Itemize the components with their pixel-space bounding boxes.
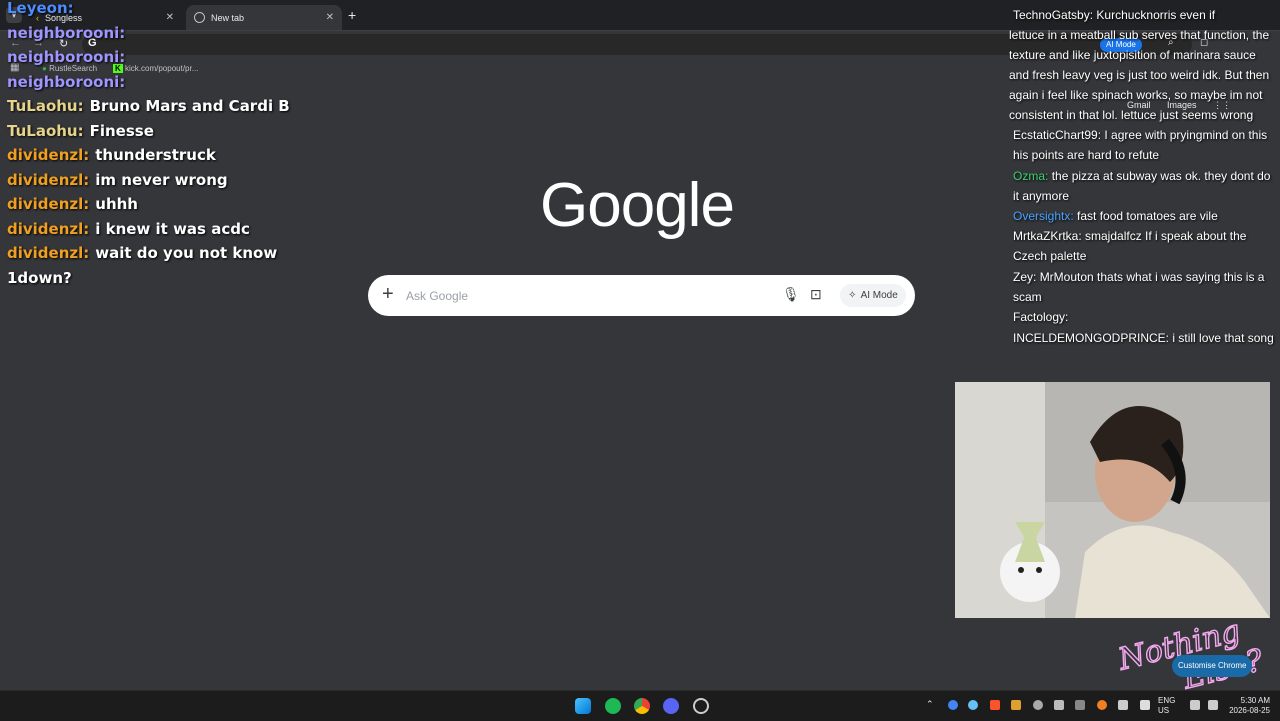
chat-line: dividenzl: wait do you not know: [7, 241, 290, 266]
chat-username: MrtkaZKrtka:: [1013, 229, 1082, 244]
chat-message: Bruno Mars and Cardi B: [89, 97, 290, 115]
taskbar: ⌃ ENG US 5:30 AM 2026-08-25: [0, 690, 1280, 721]
chat-entry: Factology:: [1009, 308, 1277, 328]
chat-message: MrMouton thats what i was saying this is…: [1013, 269, 1265, 304]
chrome-tray-icon[interactable]: [948, 700, 958, 710]
chat-username: Zey:: [1013, 269, 1037, 284]
sparkle-search-icon: ✧: [848, 290, 857, 301]
chat-username: dividenzl:: [7, 244, 90, 262]
chat-username: Leyeon:: [7, 0, 74, 17]
obs-icon[interactable]: [693, 698, 709, 714]
chat-line: neighborooni:: [7, 70, 290, 95]
search-box[interactable]: + Ask Google 🎙︎ ⊡ ✧ AI Mode: [368, 275, 915, 316]
chat-line: dividenzl: thunderstruck: [7, 143, 290, 168]
search-tray-icon[interactable]: [1097, 700, 1107, 710]
language-indicator[interactable]: ENG US: [1158, 696, 1175, 716]
chat-message: lettuce in a meatball sub serves that fu…: [1009, 28, 1270, 123]
chat-line: dividenzl: im never wrong: [7, 168, 290, 193]
mic-icon[interactable]: 🎙︎: [782, 286, 800, 303]
mic-tray-icon[interactable]: [1118, 700, 1128, 710]
nothing-else-logo: Nothing Else?: [1108, 613, 1278, 698]
chat-entry: MrtkaZKrtka: smajdalfcz If i speak about…: [1009, 227, 1277, 267]
customise-chrome-button[interactable]: Customise Chrome: [1172, 655, 1253, 677]
wifi-icon[interactable]: [1140, 700, 1150, 710]
mail-icon[interactable]: [1054, 700, 1064, 710]
network-app-icon[interactable]: [1075, 700, 1085, 710]
chat-overlay-left: Leyeon: neighborooni: neighborooni: neighbo…: [7, 0, 290, 290]
chat-message: uhhh: [95, 195, 138, 213]
chat-message: i still love that song: [1172, 330, 1274, 345]
chat-username: TuLaohu:: [7, 97, 84, 115]
google-logo: Google: [540, 171, 735, 240]
chat-message: wait do you not know: [95, 244, 278, 262]
chat-message: 1down?: [7, 268, 72, 287]
headset-icon[interactable]: [1033, 700, 1043, 710]
windows-start-icon[interactable]: [575, 698, 591, 714]
chat-message: Finesse: [89, 121, 154, 140]
chat-entry: Ozma: the pizza at subway was ok. they d…: [1009, 167, 1277, 207]
lens-icon[interactable]: ⊡: [810, 286, 822, 303]
chat-username: TuLaohu:: [7, 121, 84, 140]
chat-line: dividenzl: i knew it was acdc: [7, 217, 290, 242]
add-icon[interactable]: +: [382, 283, 394, 306]
chat-entry: TechnoGatsby: Kurchucknorris even if: [1009, 6, 1277, 26]
chat-entry: Oversightx: fast food tomatoes are vile: [1009, 207, 1277, 227]
chat-entry: lettuce in a meatball sub serves that fu…: [1009, 26, 1277, 126]
chat-username: TechnoGatsby:: [1013, 8, 1094, 22]
chat-overlay-right: TechnoGatsby: Kurchucknorris even if lett…: [1009, 6, 1277, 349]
chat-line: 1down?: [7, 266, 290, 291]
discord-icon[interactable]: [663, 698, 679, 714]
chrome-icon[interactable]: [634, 698, 650, 714]
chat-message: the pizza at subway was ok. they dont do…: [1013, 168, 1271, 203]
chat-line: neighborooni:: [7, 45, 290, 70]
chat-username: Oversightx:: [1013, 209, 1074, 224]
chat-username: Ozma:: [1013, 168, 1049, 183]
webcam-image: [955, 382, 1270, 618]
chat-line: dividenzl: uhhh: [7, 192, 290, 217]
tray-overflow-icon[interactable]: ⌃: [926, 699, 934, 710]
steam-icon[interactable]: [968, 700, 978, 710]
webcam-feed: [955, 382, 1270, 618]
chat-message: Kurchucknorris even if: [1096, 8, 1216, 22]
spotify-icon[interactable]: [605, 698, 621, 714]
chat-message: i knew it was acdc: [95, 219, 250, 238]
chat-line: TuLaohu: Finesse: [7, 119, 290, 144]
chat-entry: Zey: MrMouton thats what i was saying th…: [1009, 268, 1277, 308]
chat-entry: EcstaticChart99: I agree with pryingmind…: [1009, 126, 1277, 166]
chat-username: dividenzl:: [7, 146, 90, 164]
clock[interactable]: 5:30 AM 2026-08-25: [1226, 696, 1270, 716]
chat-username: INCELDEMONGODPRINCE:: [1013, 330, 1170, 345]
new-tab-button[interactable]: +: [348, 7, 356, 23]
chat-username: neighborooni:: [7, 23, 126, 42]
chat-username: dividenzl:: [7, 195, 90, 213]
chat-line: Leyeon:: [7, 0, 290, 21]
volume-icon[interactable]: [1208, 700, 1218, 710]
chat-message: im never wrong: [95, 170, 228, 189]
display-icon[interactable]: [1190, 700, 1200, 710]
chat-message: fast food tomatoes are vile: [1077, 209, 1218, 224]
chat-line: TuLaohu: Bruno Mars and Cardi B: [7, 94, 290, 119]
close-icon[interactable]: ✕: [326, 12, 334, 23]
chat-username: dividenzl:: [7, 170, 90, 189]
app-tray-icon[interactable]: [1011, 700, 1021, 710]
chat-username: Factology:: [1013, 310, 1069, 325]
brave-icon[interactable]: [990, 700, 1000, 710]
search-placeholder: Ask Google: [406, 289, 469, 303]
chat-username: EcstaticChart99:: [1013, 128, 1102, 143]
chat-message: thunderstruck: [95, 146, 216, 164]
chat-username: neighborooni:: [7, 72, 126, 91]
chat-username: dividenzl:: [7, 219, 90, 238]
ai-mode-button[interactable]: ✧ AI Mode: [840, 284, 906, 307]
chat-username: neighborooni:: [7, 48, 126, 66]
chat-entry: INCELDEMONGODPRINCE: i still love that s…: [1009, 329, 1277, 349]
chat-line: neighborooni:: [7, 21, 290, 46]
